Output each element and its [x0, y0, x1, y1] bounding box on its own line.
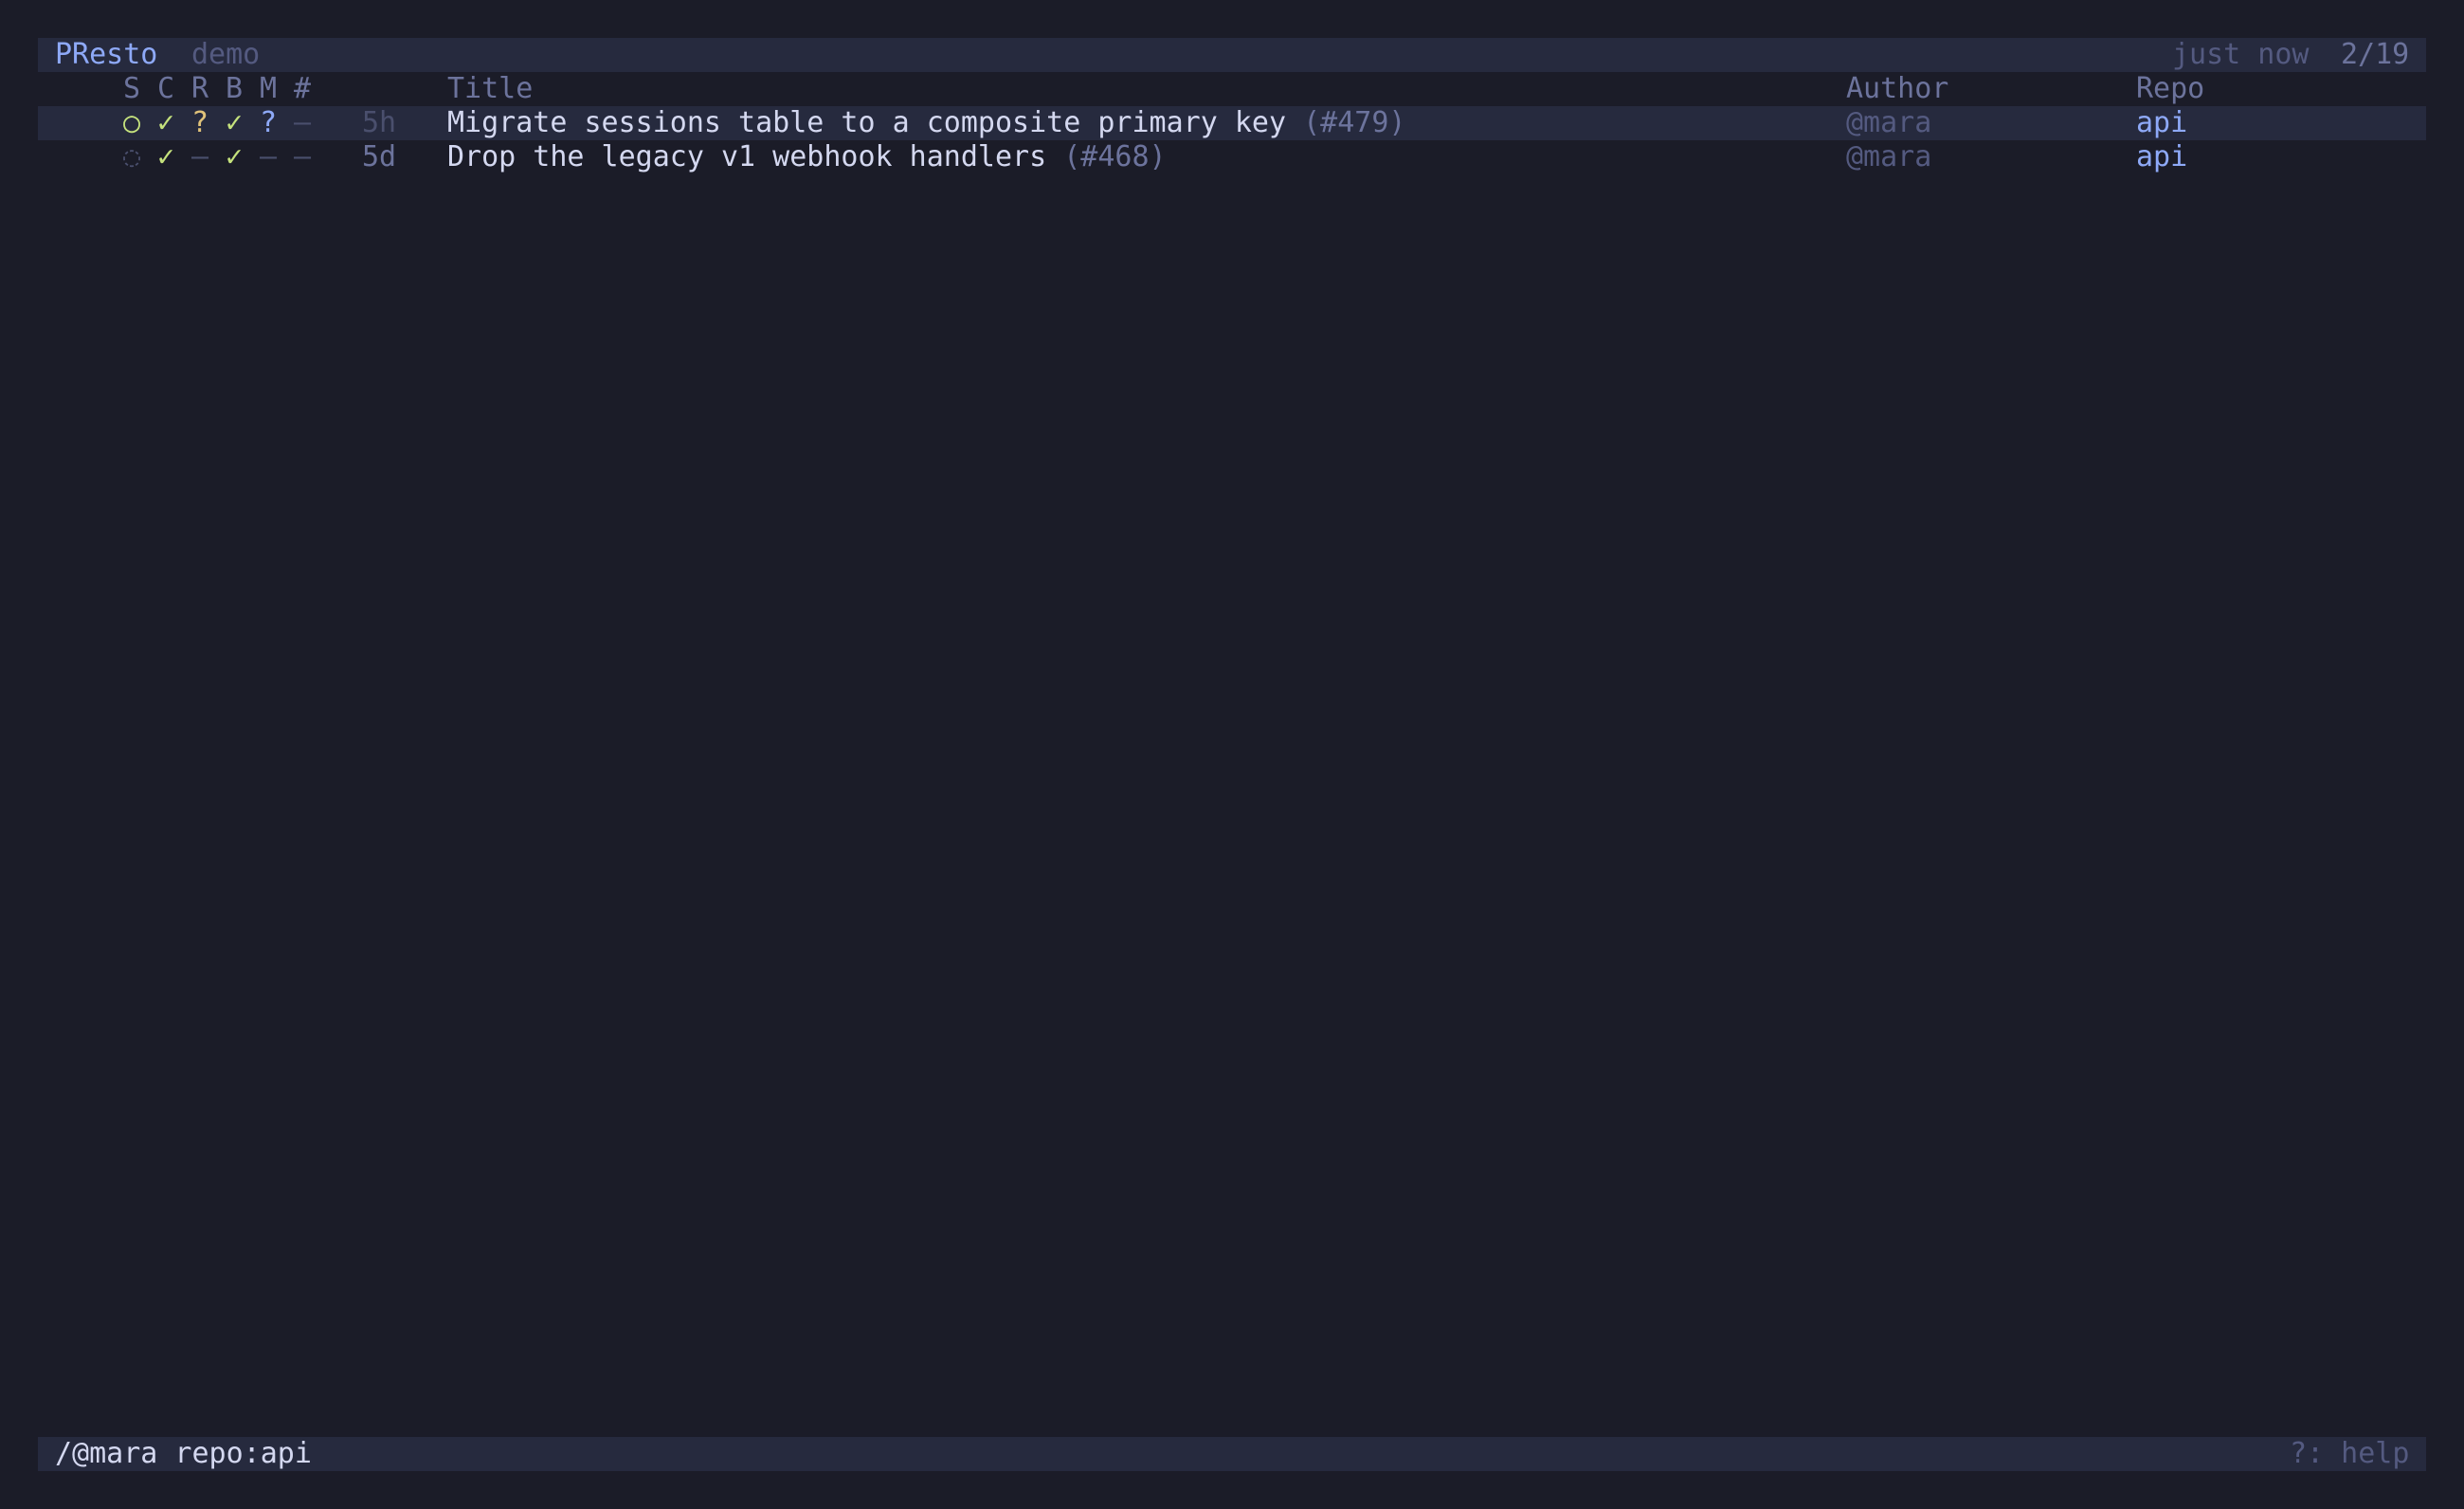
- column-header-comments: #: [294, 72, 312, 105]
- column-header-state: S: [123, 72, 141, 105]
- branch-ok-icon: ✓: [226, 140, 244, 173]
- checks-passed-icon: ✓: [157, 140, 175, 173]
- pr-title: Drop the legacy v1 webhook handlers: [447, 140, 1047, 173]
- pr-title-cell: Drop the legacy v1 webhook handlers (#46…: [447, 140, 1167, 174]
- footer-bar: /@mara repo:api ?: help: [38, 1437, 2426, 1471]
- pr-repo: api: [2136, 140, 2188, 173]
- pr-author: @mara: [1846, 106, 1932, 139]
- help-hint: ?: help: [2290, 1437, 2410, 1470]
- refresh-status: just now: [2172, 38, 2310, 71]
- pr-row[interactable]: ○ ✓ ? ✓ ? – 5h Migrate sessions table to…: [38, 106, 2426, 140]
- app-name: PResto: [55, 38, 158, 71]
- column-header-repo: Repo: [2136, 72, 2205, 105]
- pr-age: 5d: [362, 140, 397, 173]
- header-bar: PResto demo just now 2/19: [38, 38, 2426, 72]
- checks-passed-icon: ✓: [157, 106, 175, 139]
- pr-title: Migrate sessions table to a composite pr…: [447, 106, 1287, 139]
- column-header-checks: C: [157, 72, 175, 105]
- selection-position: 2/19: [2341, 38, 2410, 71]
- column-header-author: Author: [1846, 72, 1949, 105]
- state-open-icon: ○: [123, 106, 141, 139]
- pr-number: (#479): [1303, 106, 1406, 139]
- column-header-branch: B: [226, 72, 244, 105]
- column-header-review: R: [191, 72, 209, 105]
- pr-age: 5h: [362, 106, 397, 139]
- mergeable-none-icon: –: [260, 140, 278, 173]
- filter-input[interactable]: /@mara repo:api: [55, 1437, 312, 1471]
- pr-row[interactable]: ◌ ✓ – ✓ – – 5d Drop the legacy v1 webhoo…: [38, 140, 2426, 174]
- comment-count: –: [294, 106, 312, 139]
- review-pending-icon: ?: [191, 106, 209, 139]
- branch-ok-icon: ✓: [226, 106, 244, 139]
- pr-repo: api: [2136, 106, 2188, 139]
- mergeable-unknown-icon: ?: [260, 106, 278, 139]
- column-header-title: Title: [447, 72, 534, 105]
- profile-name: demo: [191, 38, 261, 71]
- pr-number: (#468): [1063, 140, 1167, 173]
- pr-title-cell: Migrate sessions table to a composite pr…: [447, 106, 1405, 140]
- pr-author: @mara: [1846, 140, 1932, 173]
- review-none-icon: –: [191, 140, 209, 173]
- column-header-row: S C R B M # Title Author Repo: [38, 72, 2426, 106]
- state-draft-icon: ◌: [123, 140, 141, 173]
- comment-count: –: [294, 140, 312, 173]
- column-header-mergeable: M: [260, 72, 278, 105]
